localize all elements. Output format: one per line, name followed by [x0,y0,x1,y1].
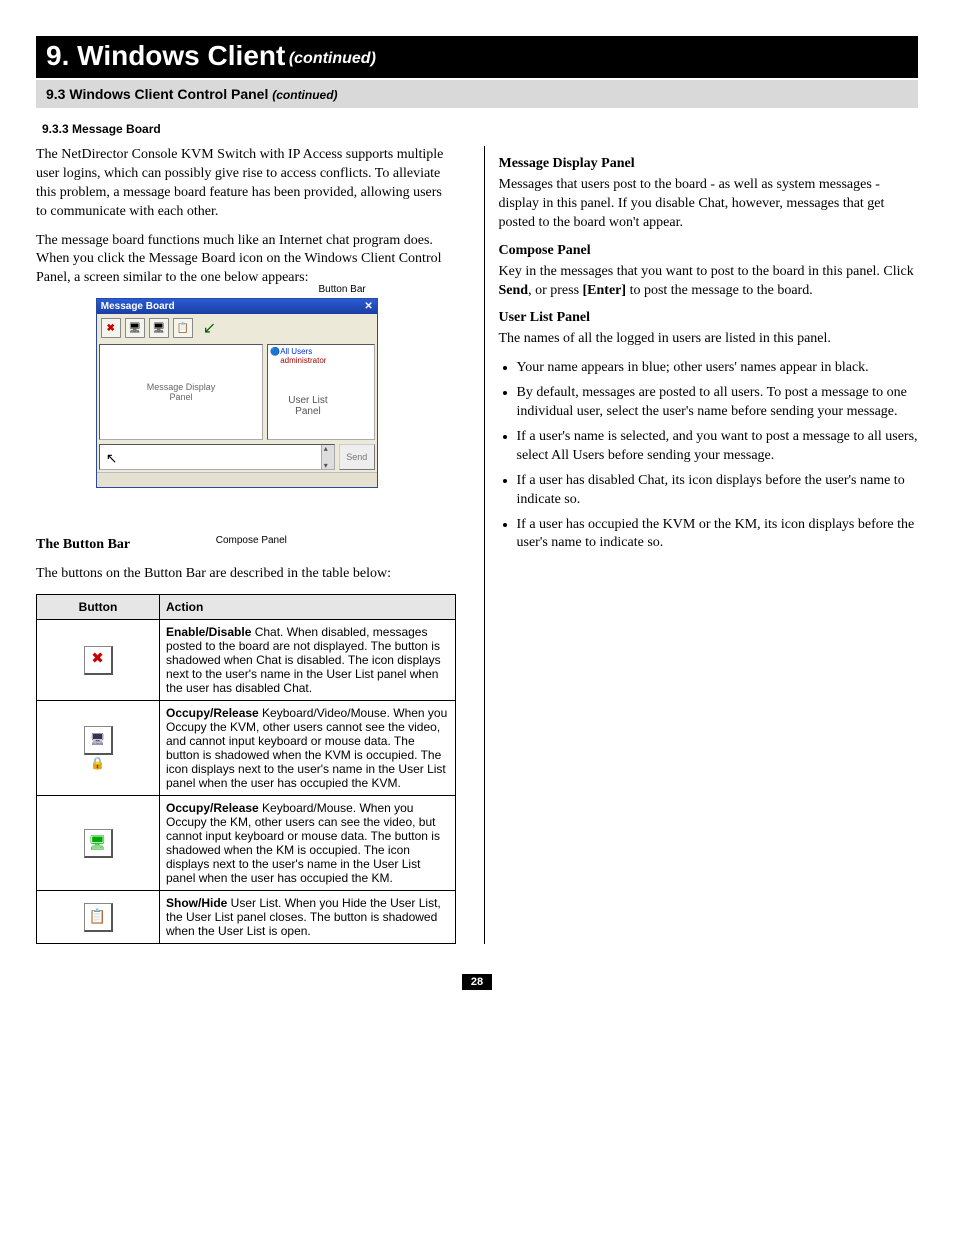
list-item: If a user has disabled Chat, its icon di… [517,472,919,510]
mock-send-button: Send [339,444,375,470]
arrow-icon: ↖ [106,450,118,467]
table-row: ✖ Enable/Disable Chat. When disabled, me… [37,620,456,701]
mock-compose-row: ↖ Send [99,444,375,470]
section-header: 9.3 Windows Client Control Panel (contin… [36,80,918,108]
user-list-bullets: Your name appears in blue; other users' … [499,359,919,553]
right-column: Message Display Panel Messages that user… [484,146,919,944]
toolbar-km-icon: 🖥 [149,318,169,338]
page-number: 28 [462,974,492,990]
mock-statusbar [97,472,377,487]
mock-toolbar: ✖ 🖥 🖥 📋 ↙ [97,314,377,342]
cp-paragraph: Key in the messages that you want to pos… [499,263,919,301]
table-row: 🖥 Occupy/Release Keyboard/Mouse. When yo… [37,796,456,891]
th-action: Action [160,595,456,620]
toolbar-kvm-icon: 🖥 [125,318,145,338]
heading-user-list-panel: User List Panel [499,310,919,326]
chapter-continued: (continued) [289,50,376,67]
mock-window: Message Board ✕ ✖ 🖥 🖥 📋 ↙ Message Displa… [96,298,378,488]
section-title: 9.3 Windows Client Control Panel [46,86,268,102]
heading-message-display-panel: Message Display Panel [499,156,919,172]
mock-compose-input: ↖ [99,444,335,470]
callout-compose: Compose Panel [216,535,287,546]
list-item: Your name appears in blue; other users' … [517,359,919,378]
mock-all-users: 🔵All Users [270,347,372,356]
mock-title-text: Message Board [101,301,175,312]
mock-titlebar: Message Board ✕ [97,299,377,314]
left-column: The NetDirector Console KVM Switch with … [36,146,456,944]
list-item: By default, messages are posted to all u… [517,384,919,422]
mock-user-list: 🔵All Users administrator User List Panel [267,344,375,440]
intro-p1: The NetDirector Console KVM Switch with … [36,146,456,222]
table-row: 📋 Show/Hide User List. When you Hide the… [37,891,456,944]
occupy-kvm-icon: 🖥🔒 [84,726,113,755]
message-board-screenshot: Button Bar Message Board ✕ ✖ 🖥 🖥 📋 ↙ Mes… [96,298,396,518]
chapter-title: 9. Windows Client [46,40,285,71]
mdp-paragraph: Messages that users post to the board - … [499,176,919,233]
button-table: Button Action ✖ Enable/Disable Chat. Whe… [36,594,456,944]
mock-body: Message Display Panel 🔵All Users adminis… [97,342,377,442]
toolbar-userlist-icon: 📋 [173,318,193,338]
section-continued: (continued) [272,88,337,102]
mock-admin: administrator [280,356,372,365]
content-columns: The NetDirector Console KVM Switch with … [36,146,918,944]
toolbar-chat-icon: ✖ [101,318,121,338]
arrow-icon: ↙ [203,318,216,338]
mock-scrollbar [321,445,334,469]
userlist-toggle-icon: 📋 [84,903,113,932]
chat-disable-icon: ✖ [84,646,113,675]
table-row: 🖥🔒 Occupy/Release Keyboard/Video/Mouse. … [37,701,456,796]
subsection-title: 9.3.3 Message Board [42,122,918,136]
chapter-header: 9. Windows Client (continued) [36,36,918,78]
intro-p2: The message board functions much like an… [36,232,456,289]
button-bar-intro: The buttons on the Button Bar are descri… [36,565,456,584]
th-button: Button [37,595,160,620]
list-item: If a user has occupied the KVM or the KM… [517,516,919,554]
heading-compose-panel: Compose Panel [499,243,919,259]
close-icon: ✕ [364,301,372,312]
list-item: If a user's name is selected, and you wa… [517,428,919,466]
occupy-km-icon: 🖥 [84,829,113,858]
callout-button-bar: Button Bar [318,284,365,295]
callout-userlist: User List Panel [288,395,327,417]
mock-message-panel: Message Display Panel [99,344,263,440]
ulp-paragraph: The names of all the logged in users are… [499,330,919,349]
